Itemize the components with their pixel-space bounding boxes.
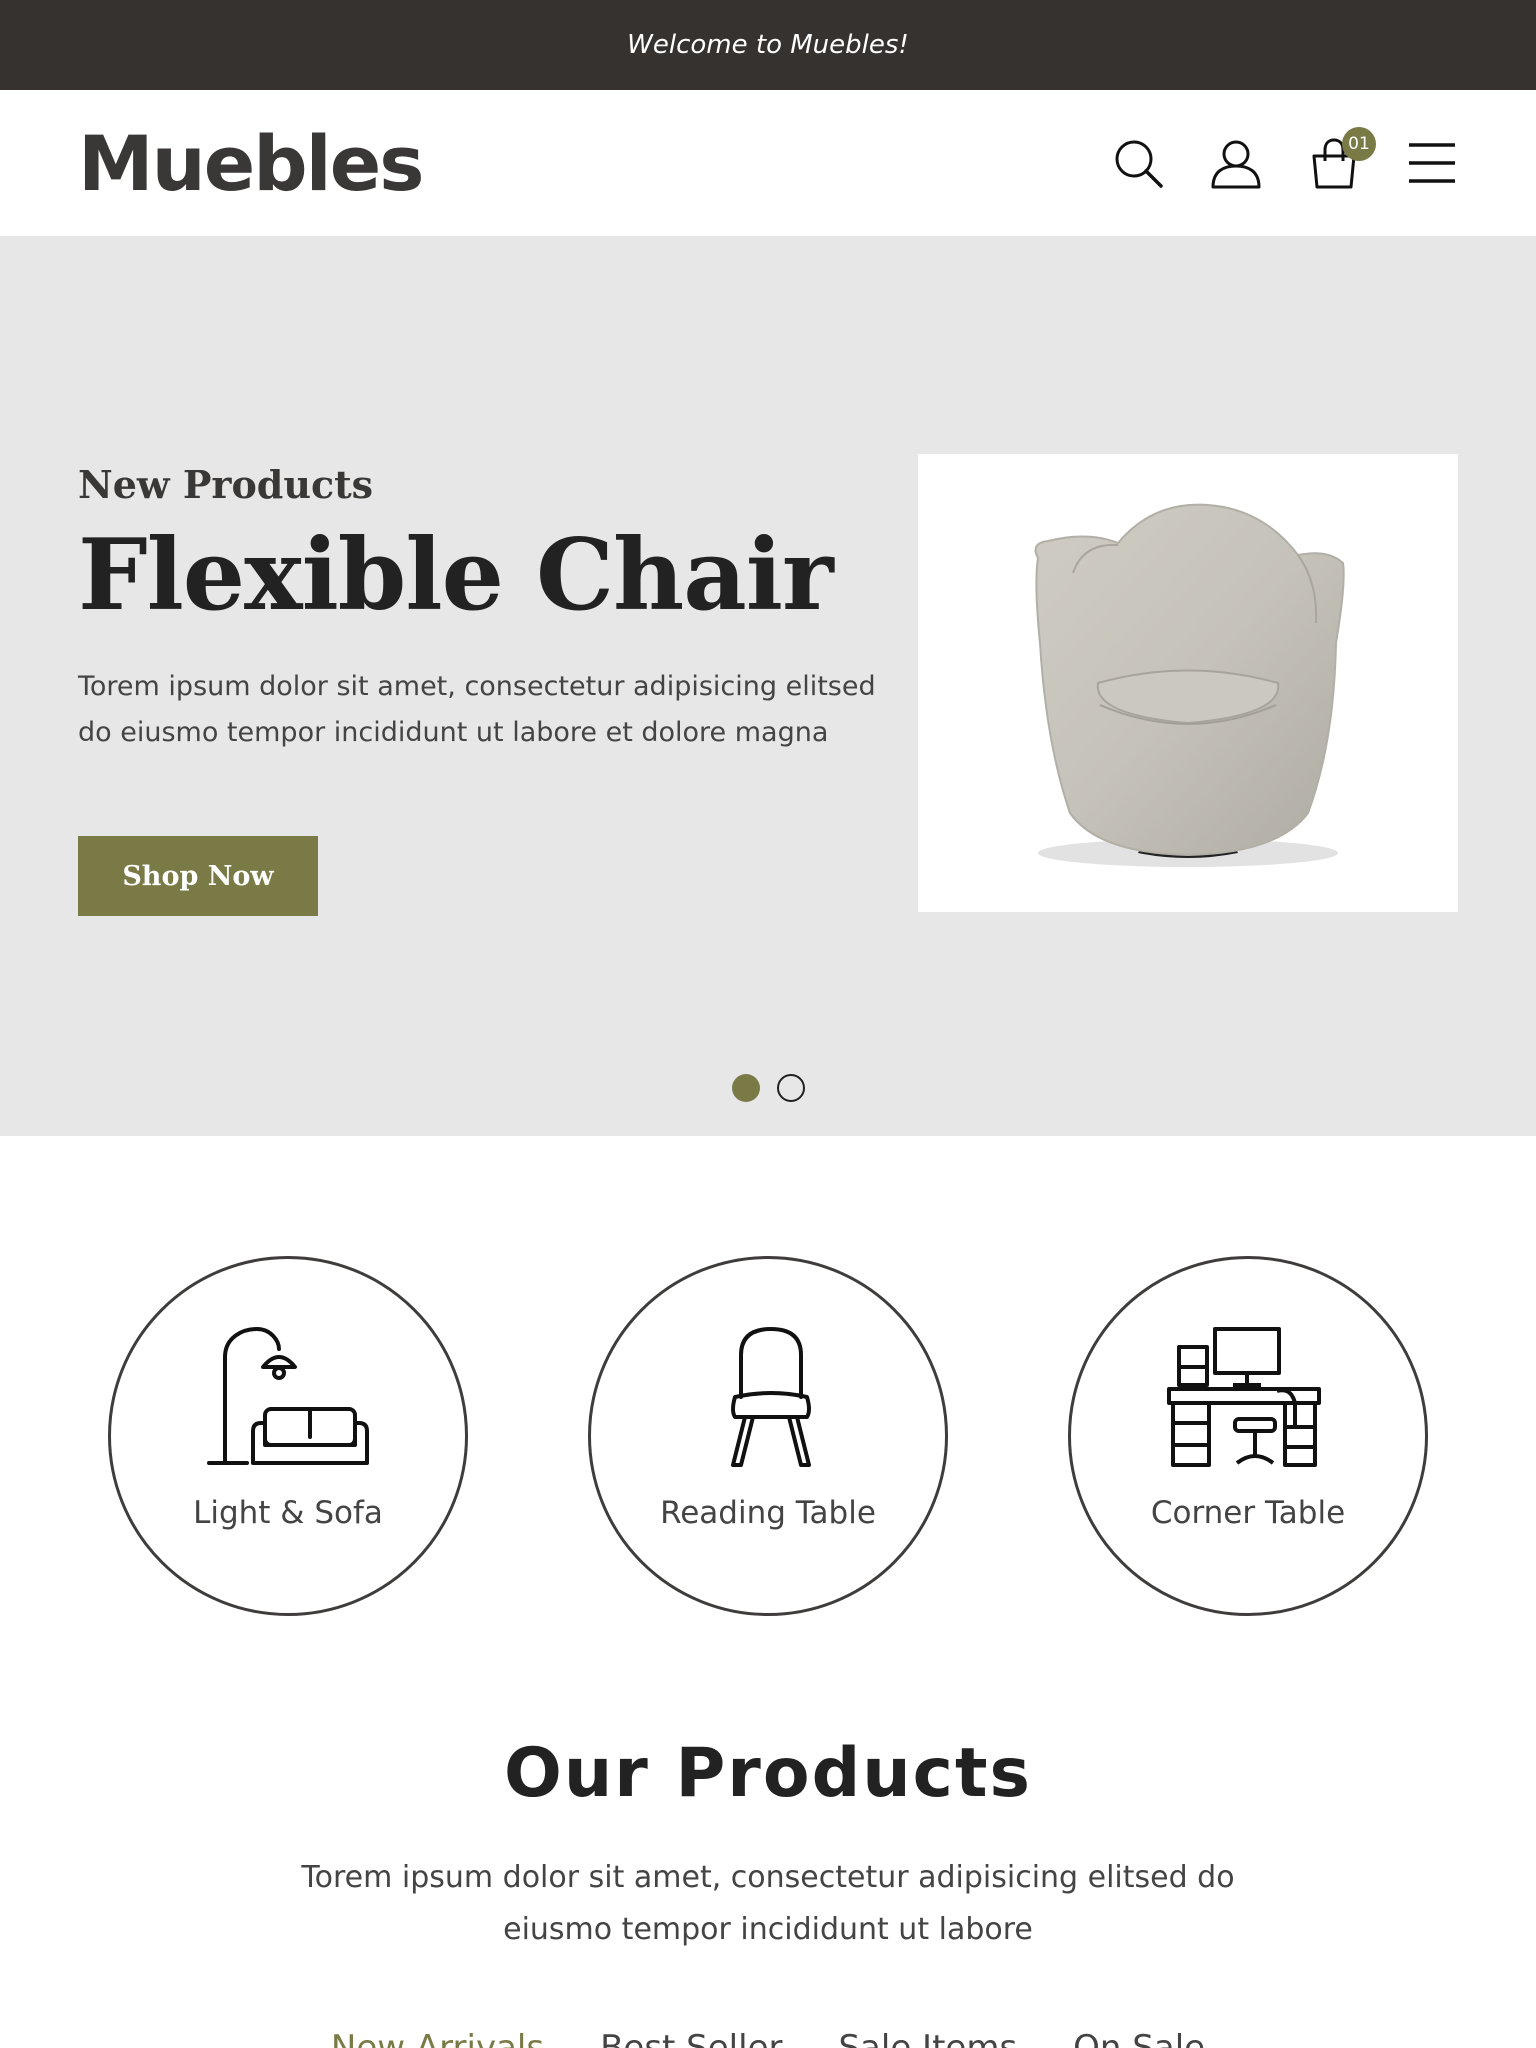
site-header: Muebles 01 bbox=[0, 90, 1536, 236]
armchair-image bbox=[918, 454, 1458, 912]
slider-dots bbox=[732, 1074, 805, 1102]
category-reading-table[interactable]: Reading Table bbox=[588, 1256, 948, 1616]
cart-icon[interactable]: 01 bbox=[1308, 127, 1376, 189]
cart-count-badge: 01 bbox=[1342, 127, 1376, 161]
hero-banner: New Products Flexible Chair Torem ipsum … bbox=[0, 236, 1536, 1136]
welcome-bar: Welcome to Muebles! bbox=[0, 0, 1536, 90]
tab-new-arrivals[interactable]: New Arrivals bbox=[331, 2028, 544, 2048]
welcome-text: Welcome to Muebles! bbox=[627, 30, 909, 60]
category-light-sofa[interactable]: Light & Sofa bbox=[108, 1256, 468, 1616]
slider-dot-1[interactable] bbox=[732, 1074, 760, 1102]
tab-best-seller[interactable]: Best Seller bbox=[600, 2028, 782, 2048]
user-icon[interactable] bbox=[1210, 137, 1262, 189]
lamp-sofa-icon bbox=[207, 1327, 369, 1465]
slider-dot-2[interactable] bbox=[777, 1074, 805, 1102]
category-label: Reading Table bbox=[660, 1495, 876, 1531]
hero-title: Flexible Chair bbox=[78, 518, 834, 633]
hero-description: Torem ipsum dolor sit amet, consectetur … bbox=[78, 671, 876, 748]
tab-on-sale[interactable]: On Sale bbox=[1073, 2028, 1205, 2048]
category-label: Corner Table bbox=[1150, 1495, 1346, 1531]
armchair-illustration bbox=[1034, 503, 1345, 867]
desk-computer-icon bbox=[1167, 1327, 1321, 1467]
products-heading: Our Products bbox=[504, 1734, 1032, 1813]
search-icon[interactable] bbox=[1112, 137, 1164, 189]
category-label: Light & Sofa bbox=[193, 1495, 383, 1531]
shop-now-button[interactable]: Shop Now bbox=[78, 836, 318, 916]
header-icons: 01 bbox=[1112, 127, 1458, 189]
site-logo[interactable]: Muebles bbox=[78, 119, 425, 208]
category-list: Light & Sofa Reading Table Corner Table bbox=[0, 1256, 1536, 1616]
category-corner-table[interactable]: Corner Table bbox=[1068, 1256, 1428, 1616]
product-tabs: New Arrivals Best Seller Sale Items On S… bbox=[0, 2028, 1536, 2048]
hero-subtitle: New Products bbox=[78, 462, 374, 507]
menu-icon[interactable] bbox=[1406, 137, 1458, 189]
products-description: Torem ipsum dolor sit amet, consectetur … bbox=[301, 1860, 1235, 1947]
tab-sale-items[interactable]: Sale Items bbox=[838, 2028, 1017, 2048]
chair-icon bbox=[731, 1327, 811, 1467]
